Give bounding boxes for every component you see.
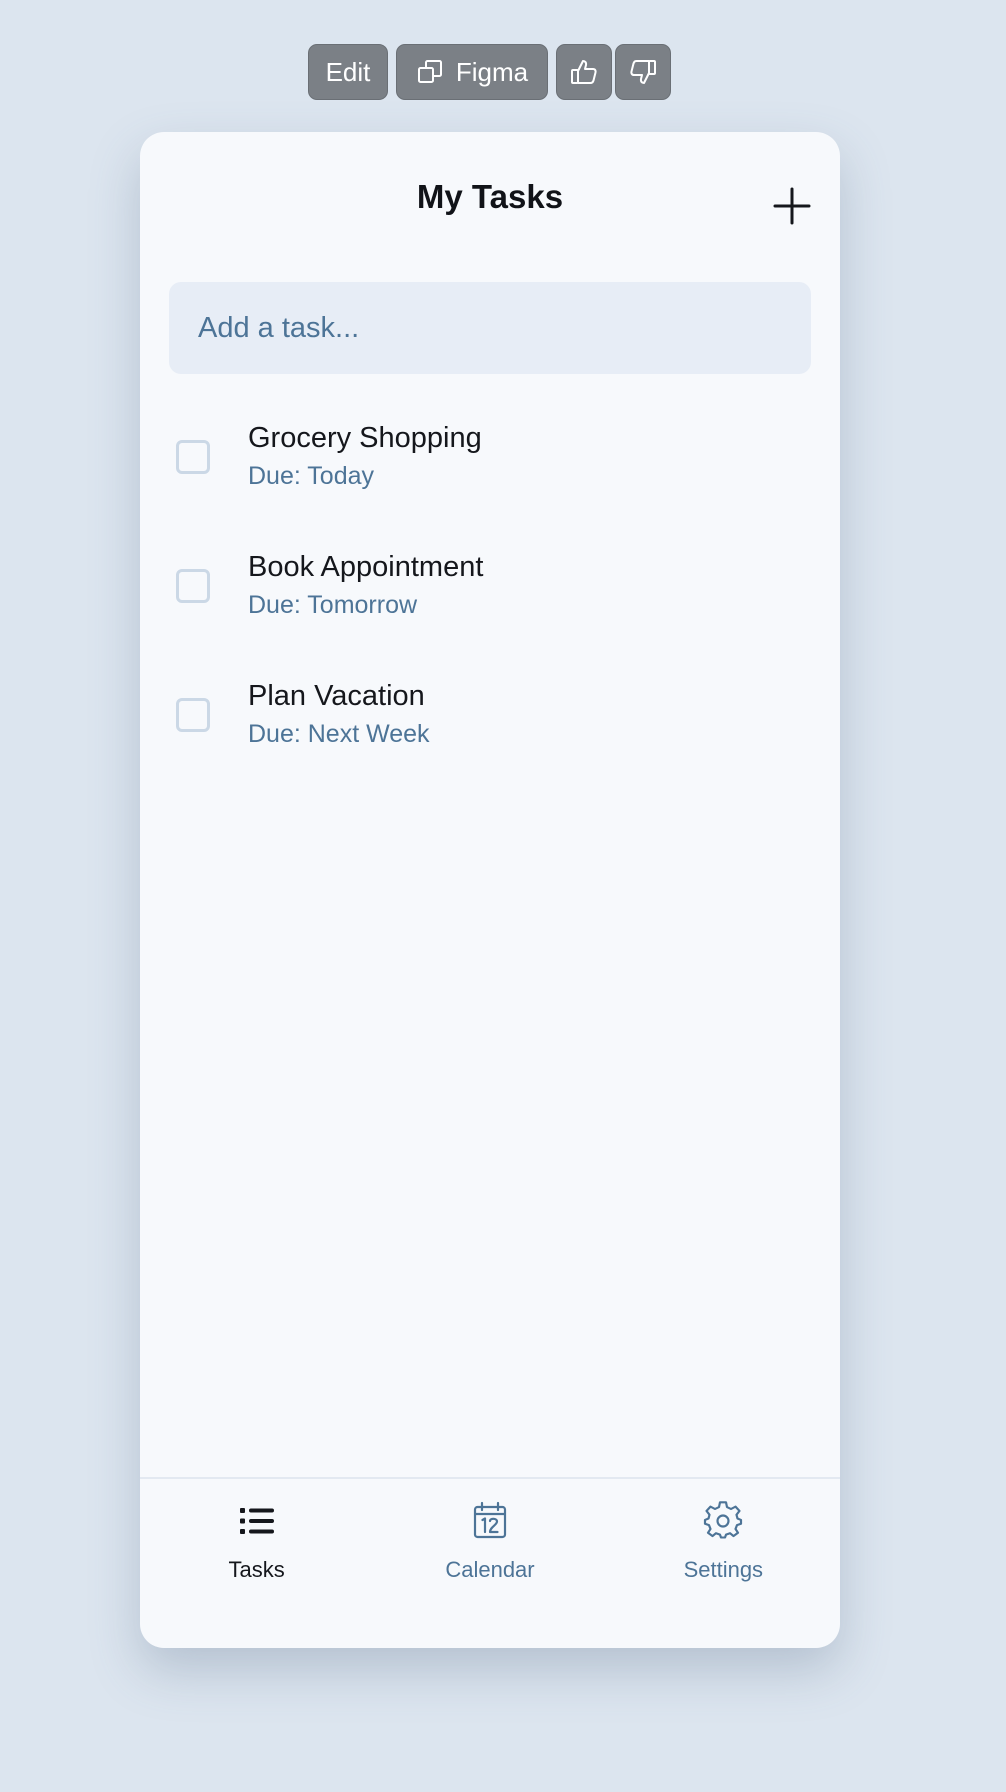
top-toolbar: Edit Figma	[308, 44, 671, 100]
task-name: Plan Vacation	[248, 680, 425, 712]
thumbs-down-button[interactable]	[615, 44, 671, 100]
task-name: Book Appointment	[248, 551, 484, 583]
task-app-card: My Tasks Grocery Shopping Due: Today Boo…	[140, 132, 840, 1648]
task-due-date: Due: Today	[248, 462, 375, 490]
task-checkbox[interactable]	[176, 569, 210, 603]
nav-label-settings: Settings	[683, 1557, 764, 1582]
copy-icon	[417, 60, 442, 83]
figma-button[interactable]: Figma	[396, 44, 548, 100]
add-task-input[interactable]	[169, 282, 811, 374]
app-header: My Tasks	[140, 132, 840, 272]
nav-item-tasks[interactable]: Tasks	[140, 1479, 373, 1648]
nav-item-calendar[interactable]: Calendar	[373, 1479, 606, 1648]
task-item: Grocery Shopping Due: Today	[140, 402, 840, 531]
task-due-date: Due: Tomorrow	[248, 591, 418, 619]
feedback-group	[556, 44, 671, 100]
task-checkbox[interactable]	[176, 698, 210, 732]
figma-button-label: Figma	[455, 56, 529, 87]
add-task-button[interactable]	[770, 184, 814, 228]
thumbs-down-icon	[630, 60, 656, 84]
bottom-nav: Tasks Calendar Settings	[140, 1477, 840, 1648]
calendar-icon	[473, 1501, 507, 1539]
task-name: Grocery Shopping	[248, 422, 482, 454]
task-due-date: Due: Next Week	[248, 720, 430, 748]
nav-label-tasks: Tasks	[228, 1557, 285, 1582]
task-list: Grocery Shopping Due: Today Book Appoint…	[140, 402, 840, 789]
task-checkbox[interactable]	[176, 440, 210, 474]
page-title: My Tasks	[416, 178, 564, 215]
nav-item-settings[interactable]: Settings	[607, 1479, 840, 1648]
thumbs-up-button[interactable]	[556, 44, 612, 100]
edit-button[interactable]: Edit	[308, 44, 388, 100]
thumbs-up-icon	[571, 60, 597, 84]
task-item: Plan Vacation Due: Next Week	[140, 660, 840, 789]
list-icon	[239, 1508, 274, 1534]
gear-icon	[704, 1501, 743, 1539]
edit-button-label: Edit	[325, 56, 371, 87]
task-item: Book Appointment Due: Tomorrow	[140, 531, 840, 660]
nav-label-calendar: Calendar	[445, 1557, 535, 1582]
